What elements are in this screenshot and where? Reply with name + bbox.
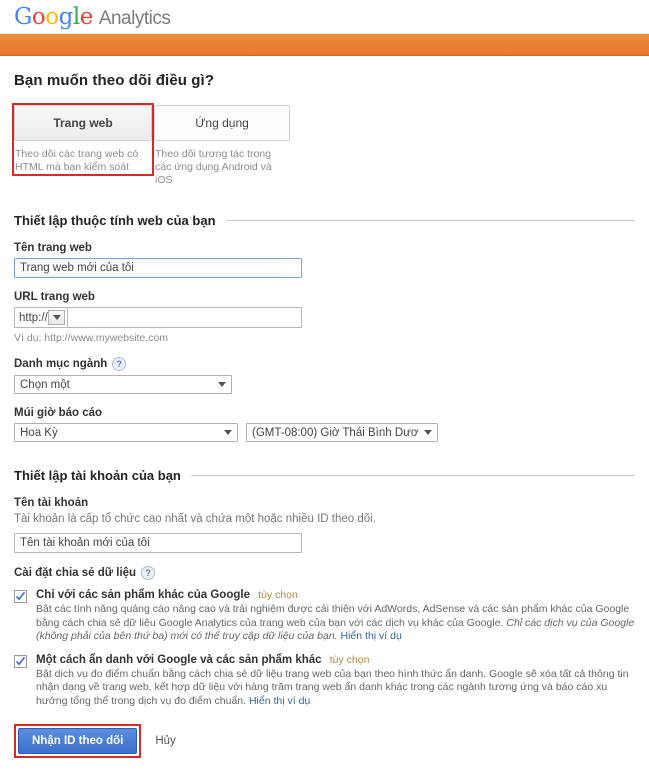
timezone-country-select[interactable]: Hoa Kỳ xyxy=(14,423,238,442)
account-name-input[interactable]: Tên tài khoản mới của tôi xyxy=(14,533,302,553)
option-title: Chỉ với các sản phẩm khác của Google tùy… xyxy=(36,589,636,601)
checkbox-google-products[interactable] xyxy=(14,590,27,603)
field-data-sharing: Cài đặt chia sẻ dữ liệu ? Chỉ với các sả… xyxy=(14,566,635,708)
option-description-text: Bật dịch vụ đo điểm chuẩn bằng cách chia… xyxy=(36,667,629,707)
orange-accent-bar xyxy=(0,34,649,56)
label-site-name-text: Tên trang web xyxy=(14,242,92,254)
site-name-input[interactable]: Trang web mới của tôi xyxy=(14,258,302,278)
form-actions: Nhận ID theo dõi Hủy xyxy=(14,724,635,776)
chevron-down-icon xyxy=(424,430,432,435)
help-icon-industry[interactable]: ? xyxy=(112,357,127,371)
option-title-text: Chỉ với các sản phẩm khác của Google xyxy=(36,589,250,601)
section-divider xyxy=(225,220,635,221)
tracking-target-chooser: Trang web Theo dõi các trang web có HTML… xyxy=(12,103,635,187)
field-site-url: URL trang web http:// Ví dụ: http://www.… xyxy=(14,291,635,344)
main-content: Bạn muốn theo dõi điều gì? Trang web The… xyxy=(0,56,649,776)
timezone-country-value: Hoa Kỳ xyxy=(20,426,58,439)
analytics-wordmark: Analytics xyxy=(98,7,171,29)
app-header: Google Analytics xyxy=(0,0,649,34)
protocol-value: http:// xyxy=(19,311,48,324)
industry-category-value: Chọn một xyxy=(20,378,70,391)
data-sharing-option-body: Một cách ẩn danh với Google và các sản p… xyxy=(36,654,636,709)
checkbox-anonymous[interactable] xyxy=(14,654,27,668)
label-site-name: Tên trang web xyxy=(14,242,635,254)
option-title: Một cách ẩn danh với Google và các sản p… xyxy=(36,654,636,666)
chevron-down-icon xyxy=(48,310,65,325)
label-reporting-timezone: Múi giờ báo cáo xyxy=(14,407,635,419)
option-description: Bật dịch vụ đo điểm chuẩn bằng cách chia… xyxy=(36,668,636,709)
label-data-sharing-text: Cài đặt chia sẻ dữ liệu xyxy=(14,567,137,579)
option-optional-badge: tùy chọn xyxy=(258,589,298,601)
label-site-url-text: URL trang web xyxy=(14,291,95,303)
help-icon-data-sharing[interactable]: ? xyxy=(141,566,156,580)
field-account-name: Tên tài khoản Tài khoản là cấp tổ chức c… xyxy=(14,497,635,553)
option-description: Bật các tính năng quảng cáo nâng cao và … xyxy=(36,603,636,644)
timezone-row: Hoa Kỳ (GMT-08:00) Giờ Thái Bình Dương xyxy=(14,423,635,442)
check-icon xyxy=(15,591,26,601)
chevron-down-icon xyxy=(218,382,226,387)
label-account-name-text: Tên tài khoản xyxy=(14,497,89,509)
check-icon xyxy=(15,656,26,665)
option-title-text: Một cách ẩn danh với Google và các sản p… xyxy=(36,653,322,666)
section-divider xyxy=(190,475,635,476)
section-title-account: Thiết lập tài khoản của bạn xyxy=(14,468,181,483)
tab-website-description: Theo dõi các trang web có HTML mà bạn ki… xyxy=(15,148,139,173)
data-sharing-options: Chỉ với các sản phẩm khác của Google tùy… xyxy=(14,589,635,708)
timezone-zone-select[interactable]: (GMT-08:00) Giờ Thái Bình Dương xyxy=(246,423,438,442)
option-optional-badge: tùy chọn xyxy=(329,653,370,666)
data-sharing-option-body: Chỉ với các sản phẩm khác của Google tùy… xyxy=(36,589,636,644)
data-sharing-option-google-products: Chỉ với các sản phẩm khác của Google tùy… xyxy=(14,589,635,644)
site-url-input[interactable] xyxy=(68,307,302,328)
section-title-web-property: Thiết lập thuộc tính web của bạn xyxy=(14,213,216,228)
field-reporting-timezone: Múi giờ báo cáo Hoa Kỳ (GMT-08:00) Giờ T… xyxy=(14,407,635,442)
site-url-row: http:// xyxy=(14,307,635,328)
tab-website[interactable]: Trang web xyxy=(14,105,152,141)
site-url-hint: Ví dụ: http://www.mywebsite.com xyxy=(14,332,169,344)
label-industry-category-text: Danh mục ngành xyxy=(14,358,108,370)
page-title: Bạn muốn theo dõi điều gì? xyxy=(14,72,215,89)
label-account-name: Tên tài khoản xyxy=(14,497,635,509)
label-reporting-timezone-text: Múi giờ báo cáo xyxy=(14,407,103,419)
field-site-name: Tên trang web Trang web mới của tôi xyxy=(14,242,635,278)
field-industry-category: Danh mục ngành ? Chọn một xyxy=(14,357,635,394)
google-wordmark: Google xyxy=(14,3,93,30)
section-header-web-property: Thiết lập thuộc tính web của bạn xyxy=(14,213,635,228)
label-data-sharing: Cài đặt chia sẻ dữ liệu ? xyxy=(14,566,635,580)
tab-mobile-app-description: Theo dõi tương tác trong các ứng dụng An… xyxy=(155,148,272,186)
choice-column-website: Trang web Theo dõi các trang web có HTML… xyxy=(12,103,154,176)
google-analytics-logo: Google Analytics xyxy=(14,3,171,30)
show-example-link[interactable]: Hiển thị ví dụ xyxy=(249,695,310,707)
industry-category-select[interactable]: Chọn một xyxy=(14,375,232,394)
data-sharing-option-anonymous: Một cách ẩn danh với Google và các sản p… xyxy=(14,654,635,709)
label-industry-category: Danh mục ngành ? xyxy=(14,357,635,371)
tab-mobile-app[interactable]: Ứng dụng xyxy=(154,105,290,141)
choice-column-app: Ứng dụng Theo dõi tương tác trong các ứn… xyxy=(154,105,290,187)
get-tracking-id-button[interactable]: Nhận ID theo dõi xyxy=(18,728,138,754)
chevron-down-icon xyxy=(224,430,232,435)
cancel-link[interactable]: Hủy xyxy=(155,735,175,747)
submit-button-highlight: Nhận ID theo dõi xyxy=(14,724,142,758)
account-name-description: Tài khoản là cấp tổ chức cao nhất và chứ… xyxy=(14,513,376,525)
section-header-account: Thiết lập tài khoản của bạn xyxy=(14,468,635,483)
show-example-link[interactable]: Hiển thị ví dụ xyxy=(341,630,402,642)
label-site-url: URL trang web xyxy=(14,291,635,303)
timezone-zone-value: (GMT-08:00) Giờ Thái Bình Dương xyxy=(252,426,418,439)
protocol-select[interactable]: http:// xyxy=(14,307,68,328)
